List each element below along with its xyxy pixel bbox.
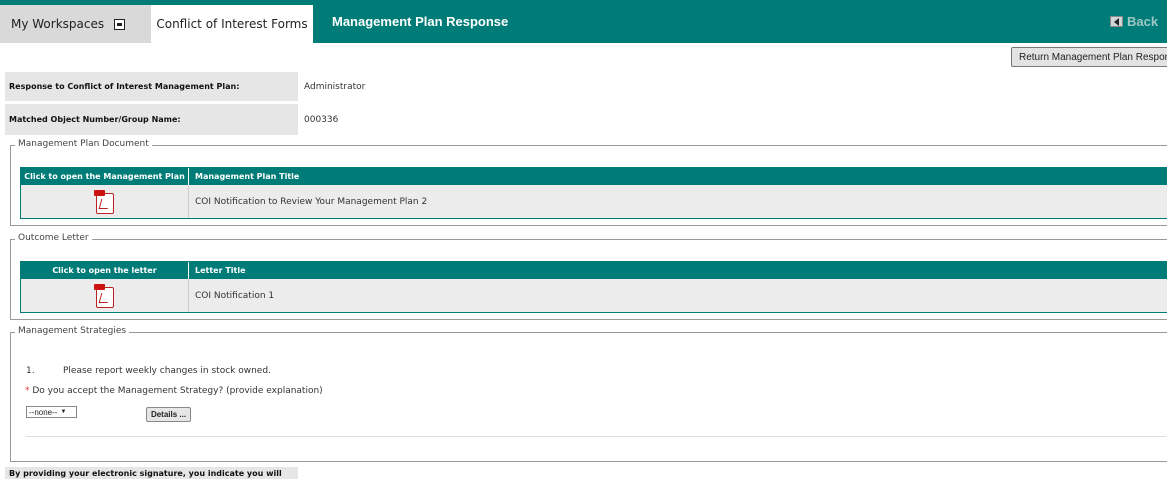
outcome-letter-table: Click to open the letter Letter Title CO… [20,261,1167,313]
return-management-plan-response-button[interactable]: Return Management Plan Response [1011,47,1167,67]
divider [26,436,1166,437]
open-letter-link[interactable] [21,279,189,312]
column-header-title: Letter Title [195,266,246,275]
page-title: Management Plan Response [332,14,509,29]
back-arrow-icon [1110,16,1123,27]
strategy-text: Please report weekly changes in stock ow… [63,366,271,376]
back-button-label: Back [1127,14,1159,29]
tab-my-workspaces[interactable]: My Workspaces [0,5,151,43]
caret-down-icon: ▼ [60,409,67,415]
column-header-open: Click to open the Management Plan [21,168,189,185]
back-button[interactable]: Back [1110,14,1158,29]
electronic-signature-banner: By providing your electronic signature, … [5,467,298,479]
column-header-open: Click to open the letter [21,262,189,279]
strategy-question: * Do you accept the Management Strategy?… [25,386,323,396]
letter-title: COI Notification 1 [195,290,275,301]
section-legend: Management Strategies [15,326,130,336]
column-header-title: Management Plan Title [195,172,300,181]
tab-my-workspaces-label: My Workspaces [11,17,105,31]
outcome-letter-section: Outcome Letter Click to open the letter … [10,233,1167,320]
section-legend: Management Plan Document [15,139,152,149]
accept-strategy-select[interactable]: --none-- ▼ [26,406,77,418]
section-legend: Outcome Letter [15,233,92,243]
response-value: Administrator [304,82,366,92]
top-nav-bar: My Workspaces Conflict of Interest Forms… [0,0,1167,43]
table-header: Click to open the Management Plan Manage… [21,168,1167,185]
table-row: COI Notification 1 [21,279,1167,312]
strategy-question-text: Do you accept the Management Strategy? (… [32,386,323,396]
plan-document-table: Click to open the Management Plan Manage… [20,167,1167,219]
pdf-icon[interactable] [93,283,115,308]
required-marker: * [25,386,30,396]
table-header: Click to open the letter Letter Title [21,262,1167,279]
tab-coi-label: Conflict of Interest Forms [156,17,308,31]
open-management-plan-link[interactable] [21,185,189,218]
tab-conflict-of-interest-forms[interactable]: Conflict of Interest Forms [151,5,313,43]
pdf-icon[interactable] [93,189,115,214]
details-button[interactable]: Details ... [146,407,191,422]
dropdown-menu-icon[interactable] [114,18,126,30]
matched-object-value: 000336 [304,115,339,125]
management-strategies-section: Management Strategies 1. Please report w… [10,326,1167,462]
management-plan-title: COI Notification to Review Your Manageme… [195,196,428,207]
table-row: COI Notification to Review Your Manageme… [21,185,1167,218]
response-label: Response to Conflict of Interest Managem… [5,72,298,101]
strategy-number: 1. [26,366,35,376]
select-value: --none-- [29,407,58,417]
management-plan-document-section: Management Plan Document Click to open t… [10,139,1167,226]
matched-object-label: Matched Object Number/Group Name: [5,104,298,135]
